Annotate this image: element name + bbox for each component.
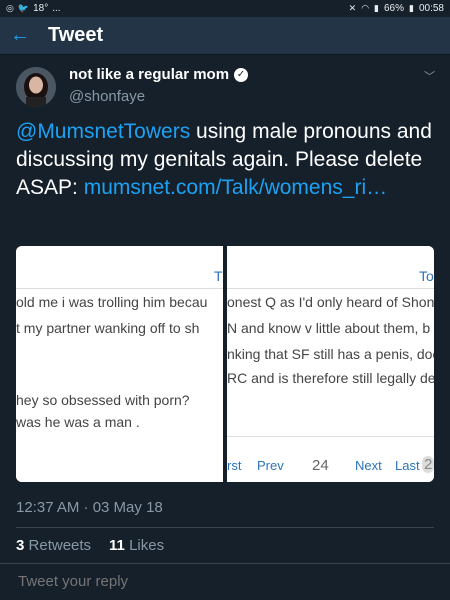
twitter-bird-icon: 🐦 bbox=[17, 3, 30, 13]
left-shot-line: old me i was trolling him becau bbox=[16, 294, 208, 310]
right-shot-divider bbox=[227, 288, 434, 289]
avatar[interactable] bbox=[16, 67, 56, 107]
right-shot-header: To bbox=[419, 268, 434, 284]
left-shot-line: hey so obsessed with porn? bbox=[16, 392, 190, 408]
engagement-stats: 3 Retweets 11 Likes bbox=[16, 537, 164, 554]
chevron-down-icon[interactable]: ﹀ bbox=[424, 68, 435, 84]
status-bar: ◎ 🐦 18° ... ✕ ◠ ▮ 66% ▮ 00:58 bbox=[0, 0, 450, 17]
tweet-timestamp: 12:37 AM · 03 May 18 bbox=[16, 499, 163, 516]
right-shot-line: N and know v little about them, b bbox=[227, 320, 431, 336]
retweets-stat[interactable]: 3 Retweets bbox=[16, 537, 91, 554]
pager-first: rst bbox=[227, 458, 242, 473]
pager-divider bbox=[227, 436, 434, 437]
pager-last: Last bbox=[395, 458, 420, 473]
retweets-label: Retweets bbox=[28, 537, 92, 554]
retweets-count: 3 bbox=[16, 537, 25, 554]
status-temperature: 18° bbox=[33, 3, 49, 14]
right-shot-line: RC and is therefore still legally defi bbox=[227, 370, 434, 386]
battery-percent: 66% bbox=[384, 3, 405, 14]
likes-label: Likes bbox=[129, 537, 165, 554]
author-name[interactable]: not like a regular mom ✓ bbox=[69, 66, 249, 83]
likes-count: 11 bbox=[109, 537, 125, 554]
author-display-name: not like a regular mom bbox=[69, 66, 230, 83]
page-title: Tweet bbox=[48, 24, 104, 46]
left-shot-header: Th bbox=[214, 268, 223, 284]
left-shot-divider bbox=[16, 288, 223, 289]
top-nav-bar: ← Tweet bbox=[0, 17, 450, 55]
media-image-right[interactable]: To onest Q as I'd only heard of Shon N a… bbox=[227, 246, 434, 482]
signal-icon: ▮ bbox=[374, 3, 379, 13]
pager-badge: 2 bbox=[422, 456, 434, 473]
tweet-text: @MumsnetTowers using male pronouns and d… bbox=[16, 118, 441, 202]
status-extra: ... bbox=[52, 3, 61, 14]
divider bbox=[16, 527, 434, 528]
back-arrow-icon[interactable]: ← bbox=[9, 23, 31, 47]
battery-icon: ▮ bbox=[409, 3, 414, 13]
url-link[interactable]: mumsnet.com/Talk/womens_ri… bbox=[84, 176, 387, 199]
left-shot-line: t my partner wanking off to sh bbox=[16, 320, 200, 336]
mute-icon: ✕ bbox=[348, 3, 357, 13]
reply-bar bbox=[0, 564, 450, 600]
tweet-media[interactable]: Th old me i was trolling him becau t my … bbox=[16, 246, 434, 482]
notification-icon: ◎ bbox=[6, 3, 14, 13]
pager-next: Next bbox=[355, 458, 382, 473]
status-time: 00:58 bbox=[418, 3, 444, 14]
verified-badge-icon: ✓ bbox=[234, 67, 249, 82]
pager-page: 24 bbox=[312, 457, 329, 474]
right-shot-line: nking that SF still has a penis, doe bbox=[227, 346, 434, 362]
mention-link[interactable]: @MumsnetTowers bbox=[16, 120, 190, 143]
author-handle[interactable]: @shonfaye bbox=[69, 88, 145, 105]
left-shot-line: was he was a man . bbox=[16, 414, 140, 430]
pager-prev: Prev bbox=[257, 458, 284, 473]
reply-input[interactable] bbox=[16, 572, 420, 591]
right-shot-line: onest Q as I'd only heard of Shon bbox=[227, 294, 434, 310]
media-image-left[interactable]: Th old me i was trolling him becau t my … bbox=[16, 246, 223, 482]
wifi-icon: ◠ bbox=[361, 3, 370, 13]
likes-stat[interactable]: 11 Likes bbox=[109, 537, 164, 554]
